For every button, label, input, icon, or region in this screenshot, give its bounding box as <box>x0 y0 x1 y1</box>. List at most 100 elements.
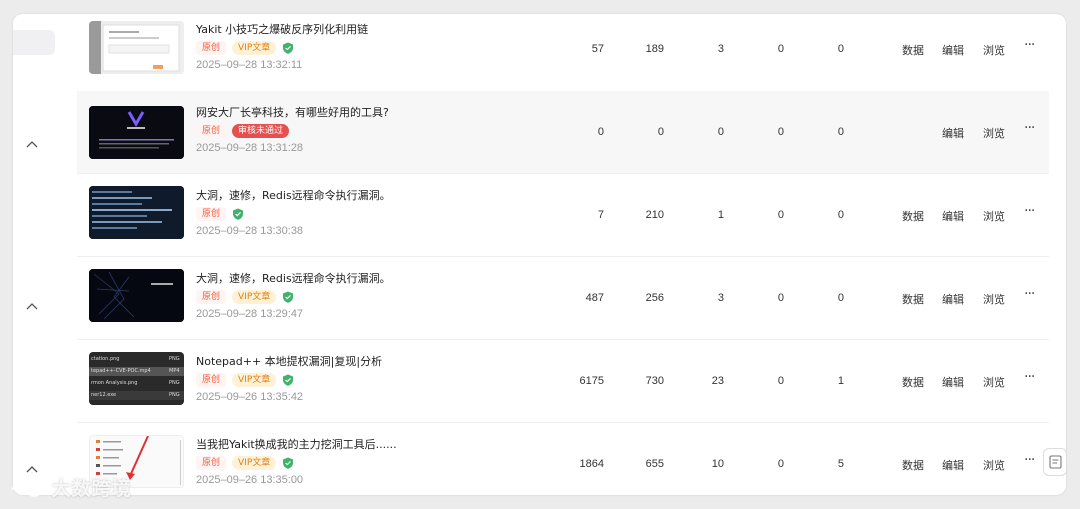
table-row: Yakit 小技巧之爆破反序列化利用链 原创 VIP文章 2025–09–28 … <box>77 14 1049 97</box>
thumbnail-caption: PNG <box>169 392 180 398</box>
verified-shield-icon <box>283 374 294 386</box>
article-title[interactable]: 网安大厂长亭科技，有哪些好用的工具? <box>196 104 389 120</box>
stat-value: 1864 <box>579 458 604 470</box>
thumbnail-caption: MP4 <box>169 368 180 374</box>
edit-link[interactable]: 编辑 <box>942 457 964 473</box>
article-thumbnail[interactable]: ctation.png PNG tepad++-CVE-POC.mp4 MP4 … <box>89 352 184 405</box>
browse-link[interactable]: 浏览 <box>983 42 1005 58</box>
edit-link[interactable]: 编辑 <box>942 291 964 307</box>
original-tag: 原创 <box>196 124 227 138</box>
publish-time: 2025–09–28 13:31:28 <box>196 142 304 154</box>
stat-value: 6175 <box>579 375 604 387</box>
sidebar-active-item[interactable] <box>13 30 55 55</box>
article-title[interactable]: 当我把Yakit换成我的主力挖洞工具后...... <box>196 436 397 452</box>
article-table: Yakit 小技巧之爆破反序列化利用链 原创 VIP文章 2025–09–28 … <box>77 14 1049 495</box>
thumbnail-caption: rmon Analysis.png <box>91 380 138 386</box>
table-row: 网安大厂长亭科技，有哪些好用的工具? 原创 审核未通过 2025–09–28 1… <box>77 91 1049 174</box>
sidebar <box>13 14 77 495</box>
thumbnail-caption: PNG <box>169 356 180 362</box>
verified-shield-icon <box>283 291 294 303</box>
thumbnail-caption: tepad++-CVE-POC.mp4 <box>91 368 151 374</box>
original-tag: 原创 <box>196 290 227 304</box>
more-menu-button[interactable]: ··· <box>1024 37 1035 53</box>
watermark-logo: 大数跨境 <box>10 474 132 501</box>
stat-value: 0 <box>777 375 784 387</box>
article-thumbnail[interactable] <box>89 106 184 159</box>
article-title[interactable]: Notepad++ 本地提权漏洞|复现|分析 <box>196 353 382 369</box>
stat-value: 0 <box>657 126 664 138</box>
article-thumbnail[interactable] <box>89 21 184 74</box>
browse-link[interactable]: 浏览 <box>983 125 1005 141</box>
data-link[interactable]: 数据 <box>902 457 924 473</box>
stat-value: 210 <box>645 209 664 221</box>
edit-link[interactable]: 编辑 <box>942 125 964 141</box>
article-title[interactable]: 大洞，速修，Redis远程命令执行漏洞。 <box>196 187 391 203</box>
tag-group: 原创 VIP文章 <box>196 373 294 387</box>
original-tag: 原创 <box>196 456 227 470</box>
vip-tag: VIP文章 <box>232 373 277 387</box>
more-menu-button[interactable]: ··· <box>1024 452 1035 468</box>
original-tag: 原创 <box>196 207 227 221</box>
publish-time: 2025–09–26 13:35:00 <box>196 474 304 486</box>
stat-value: 189 <box>645 43 664 55</box>
stat-value: 5 <box>837 458 844 470</box>
article-thumbnail[interactable] <box>89 269 184 322</box>
article-thumbnail[interactable] <box>89 186 184 239</box>
stat-value: 0 <box>777 209 784 221</box>
article-title[interactable]: Yakit 小技巧之爆破反序列化利用链 <box>196 21 368 37</box>
vip-tag: VIP文章 <box>232 41 277 55</box>
stat-value: 256 <box>645 292 664 304</box>
edit-link[interactable]: 编辑 <box>942 208 964 224</box>
tag-group: 原创 <box>196 207 244 221</box>
publish-time: 2025–09–28 13:32:11 <box>196 59 303 71</box>
article-title[interactable]: 大洞，速修，Redis远程命令执行漏洞。 <box>196 270 391 286</box>
chevron-up-icon[interactable] <box>25 464 39 474</box>
table-row: ctation.png PNG tepad++-CVE-POC.mp4 MP4 … <box>77 340 1049 423</box>
browse-link[interactable]: 浏览 <box>983 291 1005 307</box>
stat-value: 0 <box>777 292 784 304</box>
verified-shield-icon <box>283 42 294 54</box>
browse-link[interactable]: 浏览 <box>983 208 1005 224</box>
edit-link[interactable]: 编辑 <box>942 42 964 58</box>
table-row: 大洞，速修，Redis远程命令执行漏洞。 原创 VIP文章 2025–09–28… <box>77 257 1049 340</box>
thumbnail-caption: PNG <box>169 380 180 386</box>
table-row: 当我把Yakit换成我的主力挖洞工具后...... 原创 VIP文章 2025–… <box>77 423 1049 495</box>
stat-value: 487 <box>585 292 604 304</box>
stat-value: 730 <box>645 375 664 387</box>
more-menu-button[interactable]: ··· <box>1024 369 1035 385</box>
stat-value: 3 <box>717 292 724 304</box>
rejected-tag: 审核未通过 <box>232 124 290 138</box>
more-menu-button[interactable]: ··· <box>1024 286 1035 302</box>
stat-value: 57 <box>591 43 604 55</box>
data-link[interactable]: 数据 <box>902 208 924 224</box>
stat-value: 0 <box>837 292 844 304</box>
data-link[interactable]: 数据 <box>902 42 924 58</box>
verified-shield-icon <box>283 457 294 469</box>
stat-value: 0 <box>837 43 844 55</box>
edit-link[interactable]: 编辑 <box>942 374 964 390</box>
browse-link[interactable]: 浏览 <box>983 374 1005 390</box>
browse-link[interactable]: 浏览 <box>983 457 1005 473</box>
stat-value: 0 <box>777 126 784 138</box>
app-window: Yakit 小技巧之爆破反序列化利用链 原创 VIP文章 2025–09–28 … <box>13 14 1066 495</box>
stat-value: 0 <box>777 43 784 55</box>
data-link[interactable]: 数据 <box>902 374 924 390</box>
stat-value: 10 <box>711 458 724 470</box>
tag-group: 原创 审核未通过 <box>196 124 295 138</box>
feedback-note-icon[interactable] <box>1043 448 1067 476</box>
vip-tag: VIP文章 <box>232 290 277 304</box>
stat-value: 0 <box>837 209 844 221</box>
more-menu-button[interactable]: ··· <box>1024 120 1035 136</box>
publish-time: 2025–09–28 13:30:38 <box>196 225 304 237</box>
stat-value: 0 <box>837 126 844 138</box>
verified-shield-icon <box>233 208 244 220</box>
tag-group: 原创 VIP文章 <box>196 290 294 304</box>
stat-value: 1 <box>837 375 844 387</box>
stat-value: 1 <box>717 209 724 221</box>
publish-time: 2025–09–28 13:29:47 <box>196 308 304 320</box>
chevron-up-icon[interactable] <box>25 139 39 149</box>
stat-value: 23 <box>711 375 724 387</box>
chevron-up-icon[interactable] <box>25 301 39 311</box>
more-menu-button[interactable]: ··· <box>1024 203 1035 219</box>
data-link[interactable]: 数据 <box>902 291 924 307</box>
